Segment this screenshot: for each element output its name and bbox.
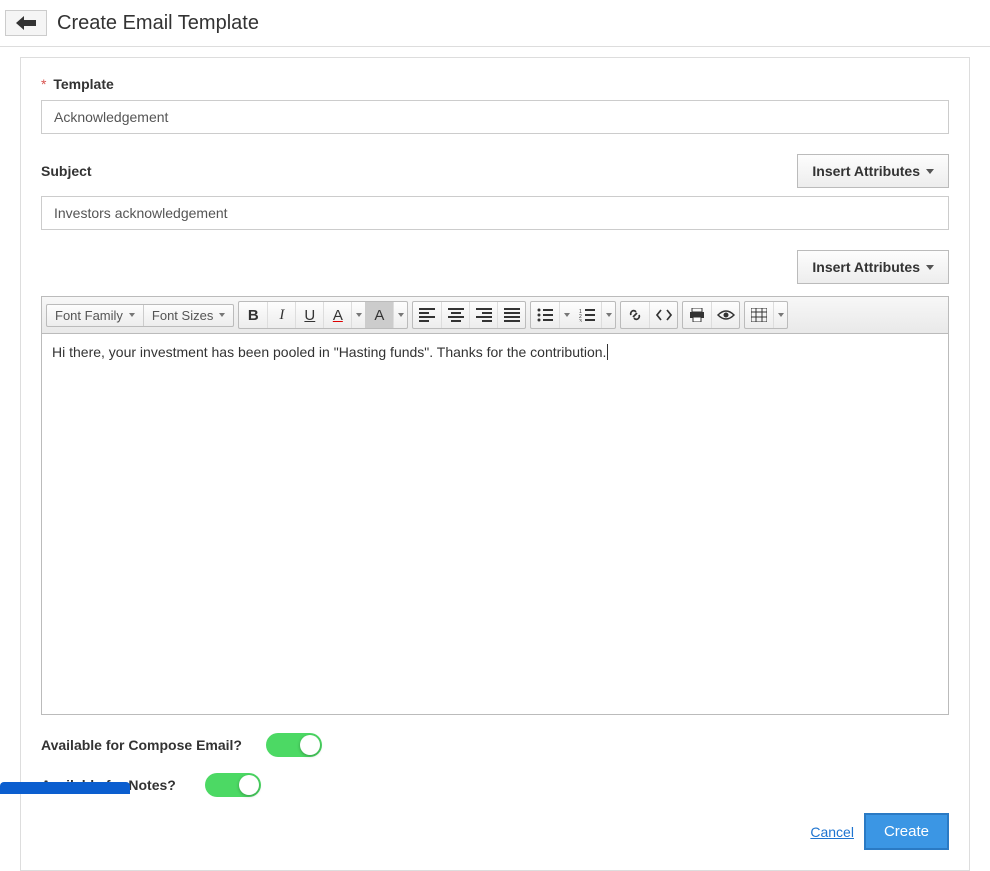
align-center-button[interactable]: [441, 302, 469, 328]
align-left-button[interactable]: [413, 302, 441, 328]
notes-toggle[interactable]: [205, 773, 261, 797]
align-right-button[interactable]: [469, 302, 497, 328]
compose-email-label: Available for Compose Email?: [41, 737, 242, 753]
bold-button[interactable]: B: [239, 302, 267, 328]
required-star: *: [41, 76, 46, 92]
editor-toolbar: Font Family Font Sizes B I U A A: [42, 297, 948, 334]
align-center-icon: [448, 308, 464, 322]
underline-button[interactable]: U: [295, 302, 323, 328]
eye-icon: [717, 309, 735, 321]
align-justify-button[interactable]: [497, 302, 525, 328]
help-widget[interactable]: [0, 782, 130, 794]
caret-down-icon: [926, 265, 934, 270]
editor-content: Hi there, your investment has been poole…: [52, 344, 606, 360]
insert-attributes-body-button[interactable]: Insert Attributes: [797, 250, 949, 284]
italic-button[interactable]: I: [267, 302, 295, 328]
text-color-button[interactable]: A: [323, 302, 351, 328]
font-family-label: Font Family: [55, 308, 123, 323]
subject-input[interactable]: [41, 196, 949, 230]
compose-email-toggle[interactable]: [266, 733, 322, 757]
insert-attributes-label: Insert Attributes: [812, 259, 920, 275]
caret-down-icon: [129, 313, 135, 317]
template-input[interactable]: [41, 100, 949, 134]
font-size-select[interactable]: Font Sizes: [143, 305, 233, 326]
numbered-list-dropdown[interactable]: [601, 302, 615, 328]
print-icon: [689, 308, 705, 322]
link-icon: [627, 307, 643, 323]
align-justify-icon: [504, 308, 520, 322]
page-title: Create Email Template: [57, 12, 259, 35]
table-dropdown[interactable]: [773, 302, 787, 328]
table-button[interactable]: [745, 302, 773, 328]
bullet-list-dropdown[interactable]: [559, 302, 573, 328]
svg-text:3: 3: [579, 319, 582, 322]
back-button[interactable]: [5, 10, 47, 36]
align-right-icon: [476, 308, 492, 322]
bullet-list-icon: [537, 308, 553, 322]
font-family-select[interactable]: Font Family: [47, 305, 143, 326]
page-header: Create Email Template: [0, 0, 990, 47]
editor: Font Family Font Sizes B I U A A: [41, 296, 949, 715]
create-button[interactable]: Create: [864, 813, 949, 850]
subject-label: Subject: [41, 163, 92, 179]
compose-email-row: Available for Compose Email?: [41, 733, 949, 757]
editor-body[interactable]: Hi there, your investment has been poole…: [42, 334, 948, 714]
caret-down-icon: [926, 169, 934, 174]
template-label: Template: [53, 76, 113, 92]
font-sizes-label: Font Sizes: [152, 308, 213, 323]
text-color-dropdown[interactable]: [351, 302, 365, 328]
insert-attributes-label: Insert Attributes: [812, 163, 920, 179]
numbered-list-icon: 1 2 3: [579, 308, 595, 322]
highlight-color-dropdown[interactable]: [393, 302, 407, 328]
link-button[interactable]: [621, 302, 649, 328]
cancel-link[interactable]: Cancel: [810, 824, 854, 840]
back-arrow-icon: [16, 16, 36, 30]
table-icon: [751, 308, 767, 322]
insert-attributes-subject-button[interactable]: Insert Attributes: [797, 154, 949, 188]
caret-down-icon: [219, 313, 225, 317]
bullet-list-button[interactable]: [531, 302, 559, 328]
align-left-icon: [419, 308, 435, 322]
template-label-wrap: * Template: [41, 76, 114, 92]
code-button[interactable]: [649, 302, 677, 328]
form-panel: * Template Subject Insert Attributes Ins…: [20, 57, 970, 871]
print-button[interactable]: [683, 302, 711, 328]
notes-row: Available for Notes?: [41, 773, 949, 797]
preview-button[interactable]: [711, 302, 739, 328]
code-icon: [656, 308, 672, 322]
highlight-color-button[interactable]: A: [365, 302, 393, 328]
numbered-list-button[interactable]: 1 2 3: [573, 302, 601, 328]
